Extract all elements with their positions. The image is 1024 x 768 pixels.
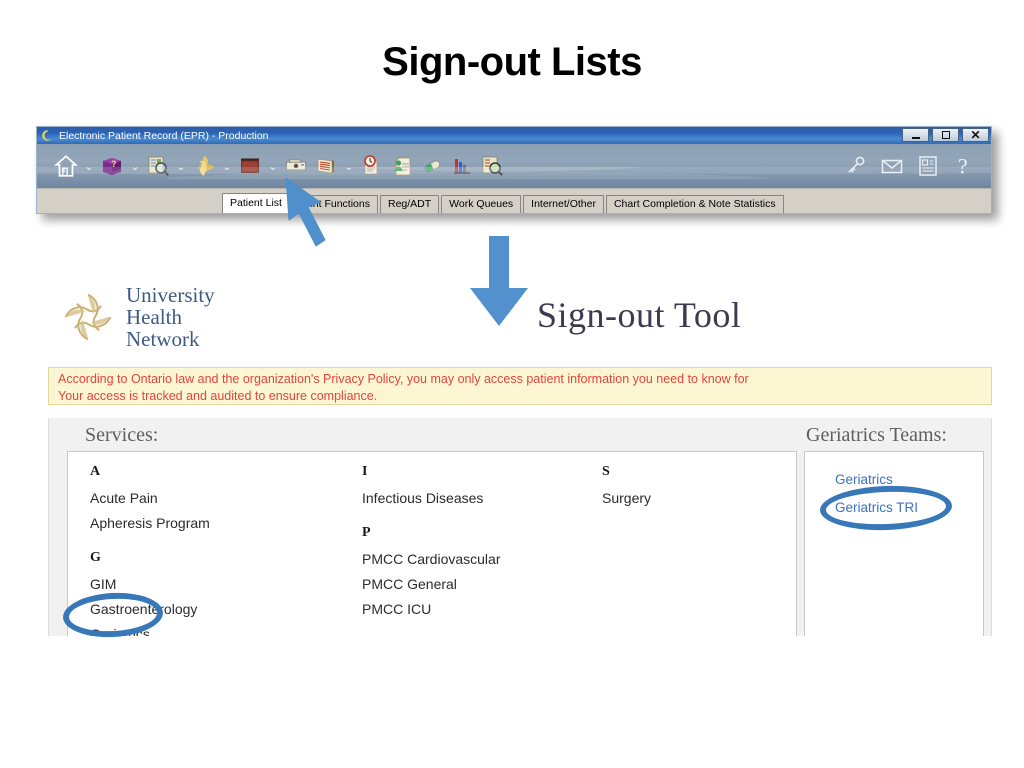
chevron-down-icon[interactable]: ⌄ <box>173 151 189 181</box>
services-letter-s: S <box>602 464 610 479</box>
service-item-geriatrics[interactable]: Geriatrics <box>90 622 340 636</box>
toolbar-item-home[interactable]: ⌄ <box>51 144 97 188</box>
epr-tab-strip: Patient List Print Functions Reg/ADT Wor… <box>37 188 991 213</box>
service-item-gim[interactable]: GIM <box>90 572 340 597</box>
epr-title-bar: Electronic Patient Record (EPR) - Produc… <box>37 127 991 144</box>
toolbar-item-chart-search[interactable]: ⌄ <box>143 144 189 188</box>
purple-help-book-icon[interactable]: ? <box>97 151 127 181</box>
document-search-icon[interactable] <box>477 151 507 181</box>
privacy-notice-banner: According to Ontario law and the organiz… <box>48 367 992 405</box>
services-group-i: I Infectious Diseases <box>362 464 580 511</box>
uhn-logo-line-2: Health <box>126 305 182 329</box>
minimize-button[interactable] <box>902 128 929 142</box>
uhn-swirl-icon[interactable] <box>189 151 219 181</box>
window-controls: ✕ <box>902 128 989 142</box>
services-letter-p: P <box>362 525 371 540</box>
services-column-3: S Surgery <box>580 464 770 636</box>
services-group-g: G GIM Gastroenterology Geriatrics <box>90 550 340 636</box>
patient-record-icon[interactable] <box>387 151 417 181</box>
services-group-a: A Acute Pain Apheresis Program <box>90 464 340 536</box>
tab-chart-completion[interactable]: Chart Completion & Note Statistics <box>605 195 784 213</box>
uhn-logo-line-3: Network <box>126 327 200 351</box>
tab-reg-adt[interactable]: Reg/ADT <box>379 195 440 213</box>
file-cabinet-icon[interactable] <box>235 151 265 181</box>
privacy-notice-line-1: According to Ontario law and the organiz… <box>58 372 749 386</box>
svg-text:?: ? <box>958 155 968 179</box>
chevron-down-icon[interactable]: ⌄ <box>219 151 235 181</box>
toolbar-item-patient-record[interactable] <box>387 144 417 188</box>
services-heading: Services: <box>85 424 159 446</box>
lab-results-icon[interactable] <box>447 151 477 181</box>
epr-swirl-icon <box>41 129 54 142</box>
services-column-1: A Acute Pain Apheresis Program G GIM Gas… <box>68 464 340 636</box>
home-icon[interactable] <box>51 151 81 181</box>
toolbar-right-group: ? <box>843 151 983 181</box>
uhn-logo-text: University Health Network <box>126 284 215 350</box>
services-column-2: I Infectious Diseases P PMCC Cardiovascu… <box>340 464 580 636</box>
chevron-down-icon[interactable]: ⌄ <box>81 151 97 181</box>
svg-text:?: ? <box>111 159 117 169</box>
team-item-geriatrics-tri[interactable]: Geriatrics TRI <box>805 494 983 522</box>
signout-tool-content-area: Services: A Acute Pain Apheresis Program… <box>48 418 992 636</box>
privacy-notice-line-2: Your access is tracked and audited to en… <box>58 389 378 403</box>
services-group-s: S Surgery <box>602 464 770 511</box>
uhn-logo: University Health Network <box>60 283 280 351</box>
services-letter-g: G <box>90 550 101 565</box>
services-columns: A Acute Pain Apheresis Program G GIM Gas… <box>68 464 796 636</box>
blue-arrow-down-annotation <box>468 236 530 328</box>
signout-tool-heading: Sign-out Tool <box>537 295 742 335</box>
toolbar-item-medications[interactable] <box>417 144 447 188</box>
pill-capsule-icon[interactable] <box>417 151 447 181</box>
toolbar-item-help-book[interactable]: ? ⌄ <box>97 144 143 188</box>
uhn-swirl-logo-icon <box>60 289 116 345</box>
chart-search-icon[interactable] <box>143 151 173 181</box>
team-item-geriatrics[interactable]: Geriatrics <box>805 466 983 494</box>
services-list-box: A Acute Pain Apheresis Program G GIM Gas… <box>67 451 797 636</box>
services-letter-i: I <box>362 464 368 479</box>
services-section: Services: A Acute Pain Apheresis Program… <box>67 418 797 636</box>
services-letter-a: A <box>90 464 101 479</box>
blue-arrow-up-annotation <box>278 176 362 248</box>
toolbar-item-document-search[interactable] <box>477 144 507 188</box>
slide-canvas: Sign-out Lists Electronic Patient Record… <box>0 0 1024 768</box>
maximize-button[interactable] <box>932 128 959 142</box>
service-item-gastroenterology[interactable]: Gastroenterology <box>90 597 340 622</box>
epr-application-window: Electronic Patient Record (EPR) - Produc… <box>36 126 992 214</box>
service-item-surgery[interactable]: Surgery <box>602 486 770 511</box>
service-item-pmcc-cardiovascular[interactable]: PMCC Cardiovascular <box>362 547 580 572</box>
service-item-pmcc-general[interactable]: PMCC General <box>362 572 580 597</box>
chevron-down-icon[interactable]: ⌄ <box>127 151 143 181</box>
close-button[interactable]: ✕ <box>962 128 989 142</box>
key-icon[interactable] <box>843 151 869 181</box>
epr-toolbar: ⌄ ? ⌄ ⌄ ⌄ ⌄ ⌄ ? <box>37 144 991 188</box>
services-group-p: P PMCC Cardiovascular PMCC General PMCC … <box>362 525 580 622</box>
service-item-pmcc-icu[interactable]: PMCC ICU <box>362 597 580 622</box>
tab-work-queues[interactable]: Work Queues <box>441 195 522 213</box>
toolbar-item-file-cabinet[interactable]: ⌄ <box>235 144 281 188</box>
page-title: Sign-out Lists <box>382 40 642 84</box>
service-item-infectious-diseases[interactable]: Infectious Diseases <box>362 486 580 511</box>
id-card-icon[interactable] <box>915 151 941 181</box>
service-item-apheresis-program[interactable]: Apheresis Program <box>90 511 340 536</box>
toolbar-item-uhn-swirl[interactable]: ⌄ <box>189 144 235 188</box>
service-item-acute-pain[interactable]: Acute Pain <box>90 486 340 511</box>
geriatrics-teams-heading: Geriatrics Teams: <box>806 424 947 446</box>
uhn-logo-line-1: University <box>126 283 215 307</box>
toolbar-item-lab-results[interactable] <box>447 144 477 188</box>
question-mark-icon[interactable]: ? <box>951 151 977 181</box>
envelope-icon[interactable] <box>879 151 905 181</box>
geriatrics-teams-section: Geriatrics Teams: Geriatrics Geriatrics … <box>804 418 984 636</box>
tab-internet-other[interactable]: Internet/Other <box>523 195 604 213</box>
epr-window-title: Electronic Patient Record (EPR) - Produc… <box>59 129 269 142</box>
geriatrics-teams-list-box: Geriatrics Geriatrics TRI <box>804 451 984 636</box>
